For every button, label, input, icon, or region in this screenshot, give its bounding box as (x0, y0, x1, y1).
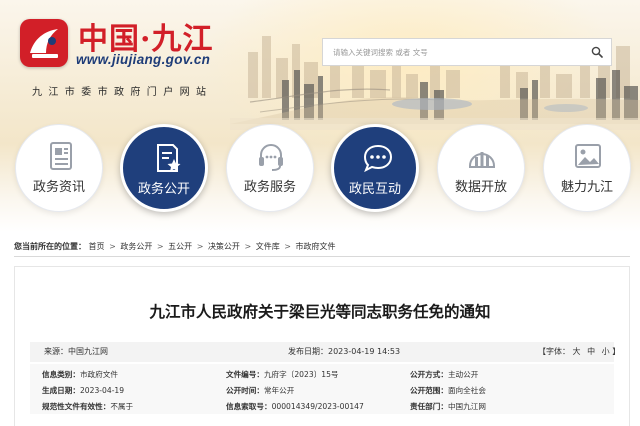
breadcrumb-separator: > (109, 242, 116, 251)
search-box (322, 38, 612, 66)
nav-label: 政务服务 (243, 180, 296, 195)
breadcrumb-separator: > (156, 242, 164, 251)
search-icon (591, 46, 603, 58)
picture-icon (575, 144, 601, 168)
nav-item-gov-services[interactable]: 政务服务 (226, 124, 314, 212)
nav-item-charm-jiujiang[interactable]: 魅力九江 (543, 124, 631, 212)
headset-icon (259, 144, 283, 171)
article-meta-bar: 来源：中国九江网 发布日期：2023-04-19 14:53 【字体： 大 中 … (30, 342, 620, 362)
nav-item-gov-disclosure[interactable]: 政务公开 (120, 124, 208, 212)
search-input[interactable] (323, 39, 581, 65)
font-size-close: 】 (612, 347, 621, 356)
breadcrumb: 您当前所在的位置： 首页 > 政务公开 > 五公开 > 决策公开 > 文件库 >… (14, 241, 336, 252)
breadcrumb-separator: > (284, 242, 291, 251)
chat-bubble-icon (363, 144, 393, 173)
info-normative-validity: 规范性文件有效性：不属于 (42, 402, 134, 411)
breadcrumb-five-disclosures[interactable]: 五公开 (168, 242, 192, 251)
nav-label: 魅力九江 (560, 180, 613, 195)
site-url: www.jiujiang.gov.cn (76, 52, 211, 67)
bar-chart-icon (469, 152, 495, 168)
nav-item-open-data[interactable]: 数据开放 (437, 124, 525, 212)
info-index-number: 信息索取号：000014349/2023-00147 (226, 402, 364, 411)
breadcrumb-divider (14, 256, 630, 257)
breadcrumb-gov-disclosure[interactable]: 政务公开 (120, 242, 152, 251)
breadcrumb-label: 您当前所在的位置： (14, 242, 86, 251)
document-star-icon (157, 144, 181, 172)
info-category: 信息类别：市政府文件 (42, 370, 118, 379)
breadcrumb-decision-disclosure[interactable]: 决策公开 (208, 242, 240, 251)
main-nav: 政务资讯 政务公开 政务服务 政民互动 数据开放 魅力九江 (0, 124, 640, 224)
info-disclosure-scope: 公开范围：面向全社会 (410, 386, 486, 395)
site-slogan: 九江市委市政府门户网站 (32, 87, 213, 98)
font-size-large[interactable]: 大 (573, 347, 581, 356)
font-size-small[interactable]: 小 (602, 347, 610, 356)
breadcrumb-document-library[interactable]: 文件库 (256, 242, 280, 251)
nav-label: 数据开放 (454, 180, 507, 195)
article-title: 九江市人民政府关于梁巨光等同志职务任免的通知 (149, 303, 491, 321)
info-responsible-dept: 责任部门：中国九江网 (410, 402, 486, 411)
info-disclosure-time: 公开时间：常年公开 (226, 386, 295, 395)
news-document-icon (50, 142, 72, 170)
breadcrumb-municipal-documents[interactable]: 市政府文件 (296, 242, 336, 251)
font-size-label: 【字体： (538, 347, 570, 356)
nav-label: 政民互动 (348, 182, 401, 197)
article-source: 来源：中国九江网 (44, 347, 108, 356)
search-button[interactable] (583, 39, 611, 65)
nav-item-interaction[interactable]: 政民互动 (331, 124, 419, 212)
font-size-control: 【字体： 大 中 小 】 (538, 346, 620, 357)
nav-item-news[interactable]: 政务资讯 (15, 124, 103, 212)
breadcrumb-separator: > (244, 242, 252, 251)
article-publish-date: 发布日期：2023-04-19 14:53 (288, 347, 401, 356)
font-size-medium[interactable]: 中 (587, 347, 595, 356)
nav-label: 政务资讯 (32, 180, 85, 195)
breadcrumb-home[interactable]: 首页 (89, 242, 105, 251)
info-disclosure-method: 公开方式：主动公开 (410, 370, 479, 379)
nav-label: 政务公开 (137, 182, 190, 197)
info-doc-number: 文件编号：九府字〔2023〕15号 (226, 370, 339, 379)
breadcrumb-separator: > (196, 242, 204, 251)
site-banner: 中国·九江 www.jiujiang.gov.cn 九江市委市政府门户网站 政务… (0, 0, 640, 232)
document-info-table: 信息类别：市政府文件 文件编号：九府字〔2023〕15号 公开方式：主动公开 生… (30, 364, 614, 414)
info-created-date: 生成日期：2023-04-19 (42, 386, 125, 395)
site-logo-emblem[interactable] (20, 19, 68, 67)
